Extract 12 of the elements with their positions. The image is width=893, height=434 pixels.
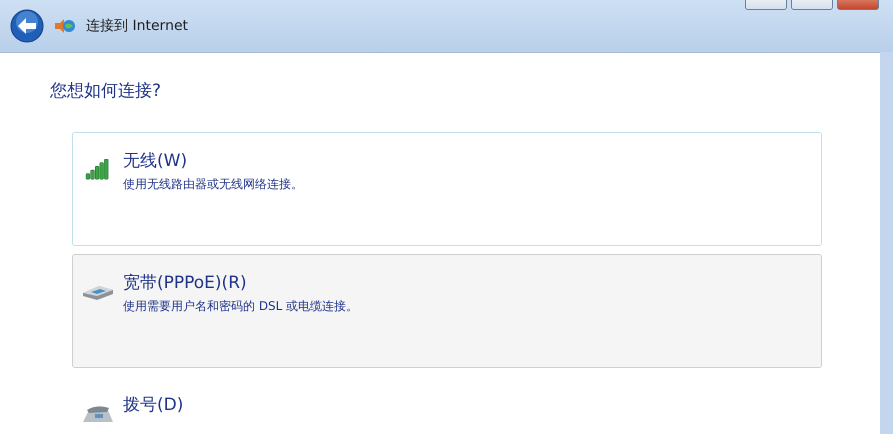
option-description: 使用需要用户名和密码的 DSL 或电缆连接。 <box>123 298 358 315</box>
option-description: 使用无线路由器或无线网络连接。 <box>123 176 303 193</box>
back-button[interactable] <box>10 9 44 43</box>
option-title: 拨号(D) <box>123 394 184 416</box>
network-globe-icon <box>54 17 76 35</box>
option-title: 宽带(PPPoE)(R) <box>123 272 248 294</box>
connection-option[interactable]: 无线(W) 使用无线路由器或无线网络连接。 <box>72 132 822 246</box>
connection-option[interactable]: 拨号(D) <box>72 376 822 434</box>
connection-option[interactable]: 宽带(PPPoE)(R) 使用需要用户名和密码的 DSL 或电缆连接。 <box>72 254 822 368</box>
page-heading: 您想如何连接? <box>50 80 162 102</box>
option-title: 无线(W) <box>123 150 188 172</box>
window-title: 连接到 Internet <box>86 17 188 35</box>
